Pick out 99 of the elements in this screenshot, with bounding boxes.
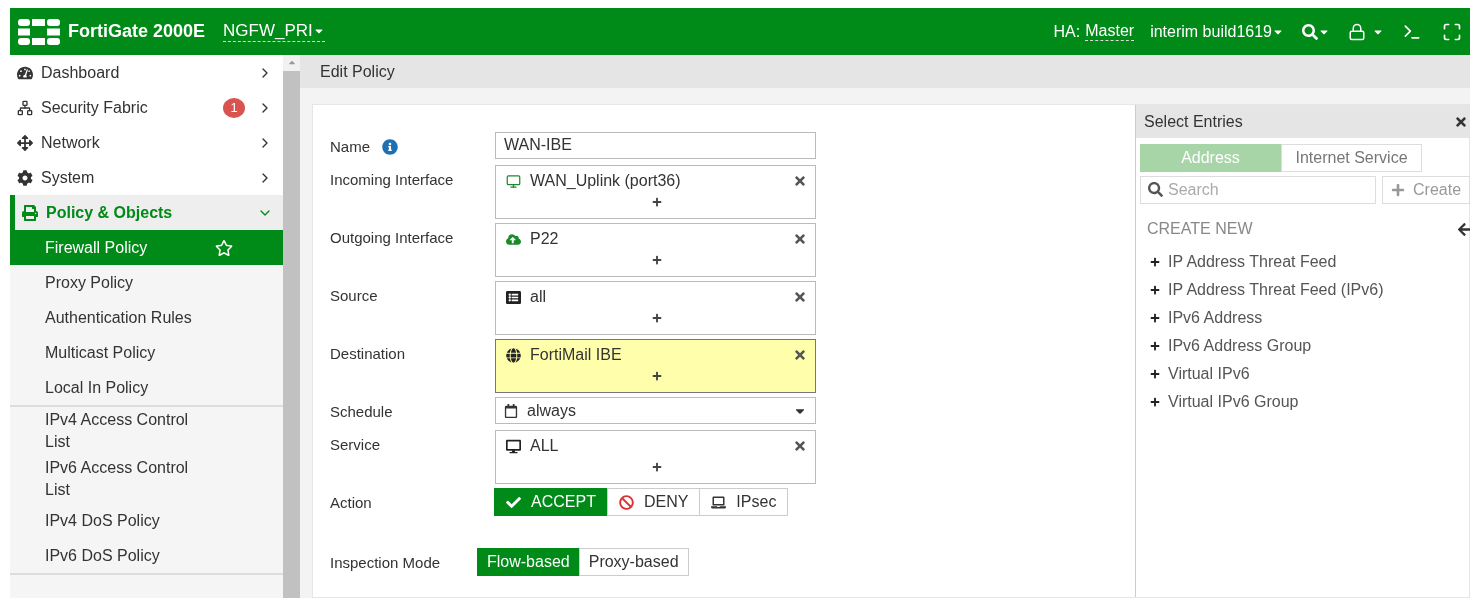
plus-icon <box>1150 313 1160 323</box>
nav-icon <box>17 99 35 116</box>
field-label: Inspection Mode <box>330 553 442 571</box>
lock-menu[interactable] <box>1348 22 1384 41</box>
nav-item[interactable]: Policy & Objects <box>10 195 283 230</box>
panel-tab[interactable]: Internet Service <box>1281 144 1422 172</box>
entry-field[interactable]: all <box>495 281 816 335</box>
plus-icon <box>1150 285 1160 295</box>
entry-value: P22 <box>530 230 560 248</box>
create-option[interactable]: IPv6 Address <box>1150 304 1470 332</box>
option-button[interactable]: DENY <box>606 488 701 516</box>
plus-icon <box>1150 257 1160 267</box>
close-icon[interactable] <box>1454 114 1468 129</box>
plus-icon <box>1150 341 1160 351</box>
panel-title: Select Entries <box>1144 112 1244 131</box>
back-arrow-icon[interactable] <box>1457 221 1470 237</box>
entry-field[interactable]: FortiMail IBE <box>495 339 816 393</box>
scrollbar[interactable] <box>283 55 300 598</box>
desktop-icon <box>506 438 521 454</box>
laptop-icon <box>711 494 727 510</box>
entry-field[interactable]: WAN_Uplink (port36) <box>495 165 816 219</box>
nav-subitem[interactable]: Proxy Policy <box>10 265 283 300</box>
nav-subitem[interactable]: IPv6 Access Control List <box>10 455 283 503</box>
name-input[interactable]: WAN-IBE <box>495 132 816 159</box>
cloud-icon <box>506 231 521 247</box>
nav-icon <box>17 134 35 151</box>
field-label: Incoming Interface <box>330 170 455 188</box>
vdom-selector[interactable]: NGFW_PRI <box>223 21 325 42</box>
entry-value: FortiMail IBE <box>530 346 623 364</box>
nav-subitem[interactable]: Authentication Rules <box>10 300 283 335</box>
list-icon <box>506 289 521 305</box>
check-icon <box>506 494 521 510</box>
plus-icon <box>1150 397 1160 407</box>
remove-icon[interactable] <box>793 174 807 188</box>
create-option[interactable]: IP Address Threat Feed <box>1150 248 1470 276</box>
create-option[interactable]: Virtual IPv6 <box>1150 360 1470 388</box>
nav-item[interactable]: Security Fabric 1 <box>10 90 283 125</box>
section-heading: CREATE NEW <box>1147 220 1254 238</box>
star-icon[interactable] <box>215 238 233 257</box>
field-label: Source <box>330 286 379 304</box>
option-button[interactable]: ACCEPT <box>494 488 608 516</box>
field-label: Destination <box>330 344 407 362</box>
notification-badge: 1 <box>223 97 245 118</box>
nav-subitem[interactable]: IPv4 Access Control List <box>10 407 283 455</box>
option-button[interactable]: IPsec <box>699 488 789 516</box>
lock-icon <box>1348 22 1366 41</box>
fullscreen-icon[interactable] <box>1442 21 1462 42</box>
nav-subitem[interactable]: Firewall Policy <box>10 230 283 265</box>
add-icon[interactable] <box>651 371 662 381</box>
create-option[interactable]: IP Address Threat Feed (IPv6) <box>1150 276 1470 304</box>
field-label: Name <box>330 137 370 155</box>
logo-icon <box>18 18 60 45</box>
field-label: Outgoing Interface <box>330 228 455 246</box>
nav-icon <box>17 64 35 81</box>
field-label: Service <box>330 435 382 453</box>
plus-icon <box>1150 369 1160 379</box>
entry-field[interactable]: ALL <box>495 430 816 484</box>
field-label: Schedule <box>330 402 394 420</box>
entry-field[interactable]: P22 <box>495 223 816 277</box>
add-icon[interactable] <box>651 197 662 207</box>
product-name: FortiGate 2000E <box>68 21 206 42</box>
entry-value: ALL <box>530 437 560 455</box>
ha-role-link[interactable]: Master <box>1085 22 1135 41</box>
nav-subitem[interactable]: Local In Policy <box>10 370 283 405</box>
add-icon[interactable] <box>651 462 662 472</box>
create-option[interactable]: Virtual IPv6 Group <box>1150 388 1470 416</box>
search-icon <box>1302 23 1318 40</box>
ban-icon <box>618 494 634 510</box>
page-title: Edit Policy <box>300 55 1470 88</box>
add-icon[interactable] <box>651 255 662 265</box>
build-menu[interactable]: interim build1619 <box>1150 22 1284 41</box>
plus-icon <box>1391 183 1405 197</box>
nav-item[interactable]: Network <box>10 125 283 160</box>
calendar-icon <box>504 403 518 418</box>
search-field[interactable]: Search <box>1140 176 1376 204</box>
option-button[interactable]: Proxy-based <box>578 548 689 576</box>
field-label: Action <box>330 493 373 511</box>
schedule-select[interactable]: always <box>495 397 816 424</box>
remove-icon[interactable] <box>793 290 807 304</box>
nav-subitem[interactable]: IPv6 DoS Policy <box>10 538 283 573</box>
remove-icon[interactable] <box>793 232 807 246</box>
nav-item[interactable]: System <box>10 160 283 195</box>
option-button[interactable]: Flow-based <box>477 548 580 576</box>
globe-icon <box>506 347 521 363</box>
nav-item[interactable]: Dashboard <box>10 55 283 90</box>
nav-icon <box>22 204 40 221</box>
ha-label: HA: <box>1053 22 1081 41</box>
nav-icon <box>17 169 35 186</box>
nav-subitem[interactable]: IPv4 DoS Policy <box>10 503 283 538</box>
info-icon[interactable] <box>382 139 398 155</box>
create-option[interactable]: IPv6 Address Group <box>1150 332 1470 360</box>
entry-value: WAN_Uplink (port36) <box>530 172 682 190</box>
add-icon[interactable] <box>651 313 662 323</box>
nav-subitem[interactable]: Multicast Policy <box>10 335 283 370</box>
search-menu[interactable] <box>1302 23 1330 40</box>
remove-icon[interactable] <box>793 348 807 362</box>
entry-value: all <box>530 288 547 306</box>
monitor-icon <box>506 173 521 189</box>
remove-icon[interactable] <box>793 439 807 453</box>
